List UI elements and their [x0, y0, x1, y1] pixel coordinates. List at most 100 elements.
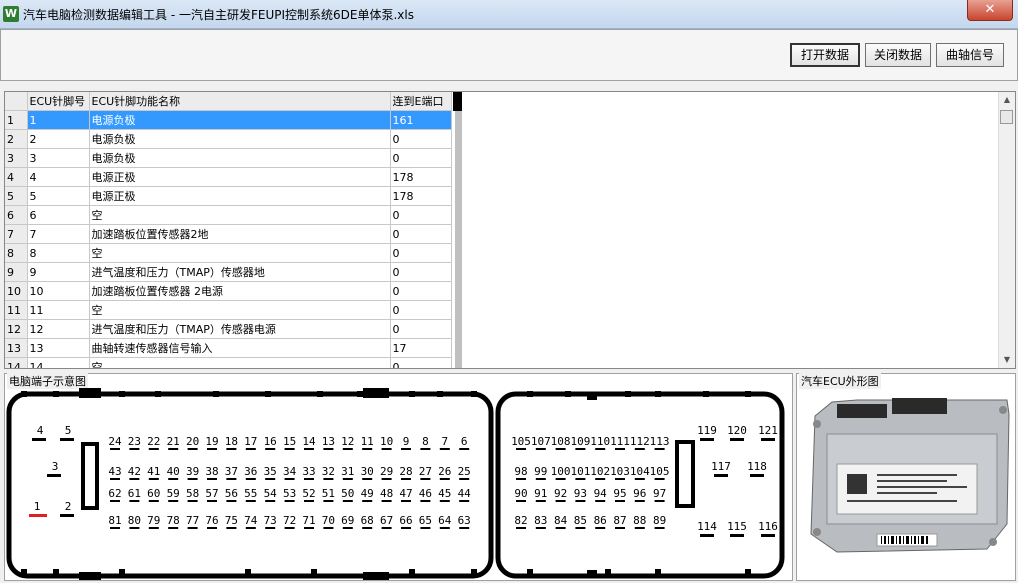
port-cell[interactable]: 0	[390, 224, 452, 244]
port-cell[interactable]: 0	[390, 319, 452, 339]
pin-cell[interactable]: 12	[27, 319, 90, 339]
pin-cell[interactable]: 10	[27, 281, 90, 301]
pin-cell[interactable]: 14	[27, 357, 90, 368]
row-header[interactable]: 9	[5, 262, 28, 282]
column-header-function[interactable]: ECU针脚功能名称	[89, 92, 391, 111]
function-cell[interactable]: 加速踏板位置传感器2地	[89, 224, 391, 244]
table-row[interactable]: 66空0	[5, 205, 452, 225]
grid-splitter[interactable]	[455, 92, 462, 368]
pin-cell[interactable]: 9	[27, 262, 90, 282]
row-header[interactable]: 11	[5, 300, 28, 320]
row-header[interactable]: 3	[5, 148, 28, 168]
table-row[interactable]: 7 7 加速踏板位置传感器2地 0	[5, 224, 452, 244]
pin-bar	[187, 448, 198, 450]
scroll-thumb[interactable]	[1000, 110, 1013, 124]
row-header[interactable]: 13	[5, 338, 28, 358]
pin-cell[interactable]: 2	[27, 129, 90, 149]
table-row[interactable]: 88空0	[5, 243, 452, 263]
table-row[interactable]: 5 5 电源正极 178	[5, 186, 452, 206]
pin-cell[interactable]: 5	[27, 186, 90, 206]
port-cell[interactable]: 0	[390, 281, 452, 301]
pin-cell[interactable]: 3	[27, 148, 90, 168]
pin-label: 61	[128, 487, 141, 500]
port-cell[interactable]: 161	[390, 110, 452, 130]
pin-cell[interactable]: 1	[27, 110, 90, 130]
close-data-button[interactable]: 关闭数据	[865, 43, 931, 67]
row-header[interactable]: 12	[5, 319, 28, 339]
table-row[interactable]: 3 3 电源负极 0	[5, 148, 452, 168]
data-grid[interactable]: ECU针脚号 ECU针脚功能名称 连到E端口 1 1 电源负极 161 2 2 电源负极 0 3…	[4, 91, 1016, 369]
port-cell[interactable]: 0	[390, 129, 452, 149]
row-header[interactable]: 10	[5, 281, 28, 301]
function-cell[interactable]: 进气温度和压力（TMAP）传感器电源	[89, 319, 391, 339]
vertical-scrollbar[interactable]: ▲ ▼	[998, 92, 1015, 368]
pin-cell[interactable]: 6	[27, 205, 90, 225]
pin-label: 105	[650, 465, 670, 478]
pin-bar	[148, 478, 159, 480]
table-row[interactable]: 2 2 电源负极 0	[5, 129, 452, 149]
pin-bar	[60, 438, 74, 441]
function-cell[interactable]: 空	[89, 300, 391, 320]
table-row[interactable]: 13 13 曲轴转速传感器信号输入 17	[5, 338, 452, 358]
pin-cell[interactable]: 4	[27, 167, 90, 187]
function-cell[interactable]: 空	[89, 357, 391, 368]
function-cell[interactable]: 加速踏板位置传感器 2电源	[89, 281, 391, 301]
pin-bar	[575, 448, 586, 450]
pin-label: 62	[108, 487, 121, 500]
pin-bar	[168, 448, 179, 450]
close-window-button[interactable]: ✕	[967, 0, 1013, 21]
function-cell[interactable]: 电源负极	[89, 110, 391, 130]
scroll-up-icon[interactable]: ▲	[999, 92, 1015, 108]
function-cell[interactable]: 空	[89, 205, 391, 225]
port-cell[interactable]: 0	[390, 148, 452, 168]
pin-label: 87	[613, 514, 626, 527]
pin-bar	[535, 500, 546, 502]
table-row[interactable]: 11 11 空 0	[5, 300, 452, 320]
crank-signal-button[interactable]: 曲轴信号	[936, 43, 1004, 67]
pin-cell[interactable]: 11	[27, 300, 90, 320]
port-cell[interactable]: 17	[390, 338, 452, 358]
open-data-button[interactable]: 打开数据	[790, 43, 860, 67]
column-header-port[interactable]: 连到E端口	[390, 92, 452, 111]
connector-key	[363, 572, 389, 580]
table-row[interactable]: 9 9 进气温度和压力（TMAP）传感器地 0	[5, 262, 452, 282]
scroll-down-icon[interactable]: ▼	[999, 352, 1015, 368]
row-header[interactable]: 1	[5, 110, 28, 130]
column-header-pin[interactable]: ECU针脚号	[27, 92, 90, 111]
port-cell[interactable]: 0	[390, 205, 452, 225]
port-cell[interactable]: 0	[390, 300, 452, 320]
function-cell[interactable]: 进气温度和压力（TMAP）传感器地	[89, 262, 391, 282]
function-cell[interactable]: 电源负极	[89, 129, 391, 149]
row-header[interactable]: 14	[5, 357, 28, 368]
function-cell[interactable]: 曲轴转速传感器信号输入	[89, 338, 391, 358]
table-row[interactable]: 10 10 加速踏板位置传感器 2电源 0	[5, 281, 452, 301]
pin-label: 6	[461, 435, 468, 448]
port-cell[interactable]: 0	[390, 357, 452, 368]
row-header[interactable]: 7	[5, 224, 28, 244]
pin-cell[interactable]: 13	[27, 338, 90, 358]
table-row[interactable]: 12 12 进气温度和压力（TMAP）传感器电源 0	[5, 319, 452, 339]
table-row[interactable]: 4 4 电源正极 178	[5, 167, 452, 187]
function-cell[interactable]: 电源正极	[89, 167, 391, 187]
pin-cell[interactable]: 8	[27, 243, 90, 263]
pin-label: 67	[380, 514, 393, 527]
port-cell[interactable]: 0	[390, 262, 452, 282]
pin-label: 20	[186, 435, 199, 448]
row-header[interactable]: 6	[5, 205, 28, 225]
port-cell[interactable]: 0	[390, 243, 452, 263]
connector-notch	[53, 391, 59, 397]
row-header[interactable]: 2	[5, 129, 28, 149]
row-header[interactable]: 5	[5, 186, 28, 206]
pin-cell[interactable]: 7	[27, 224, 90, 244]
row-header[interactable]: 4	[5, 167, 28, 187]
port-cell[interactable]: 178	[390, 186, 452, 206]
function-cell[interactable]: 电源负极	[89, 148, 391, 168]
table-row[interactable]: 14 14 空 0	[5, 357, 452, 368]
row-header[interactable]: 8	[5, 243, 28, 263]
function-cell[interactable]: 电源正极	[89, 186, 391, 206]
connector-notch	[357, 391, 363, 397]
table-row[interactable]: 1 1 电源负极 161	[5, 110, 452, 130]
pin-label: 71	[302, 514, 315, 527]
function-cell[interactable]: 空	[89, 243, 391, 263]
port-cell[interactable]: 178	[390, 167, 452, 187]
